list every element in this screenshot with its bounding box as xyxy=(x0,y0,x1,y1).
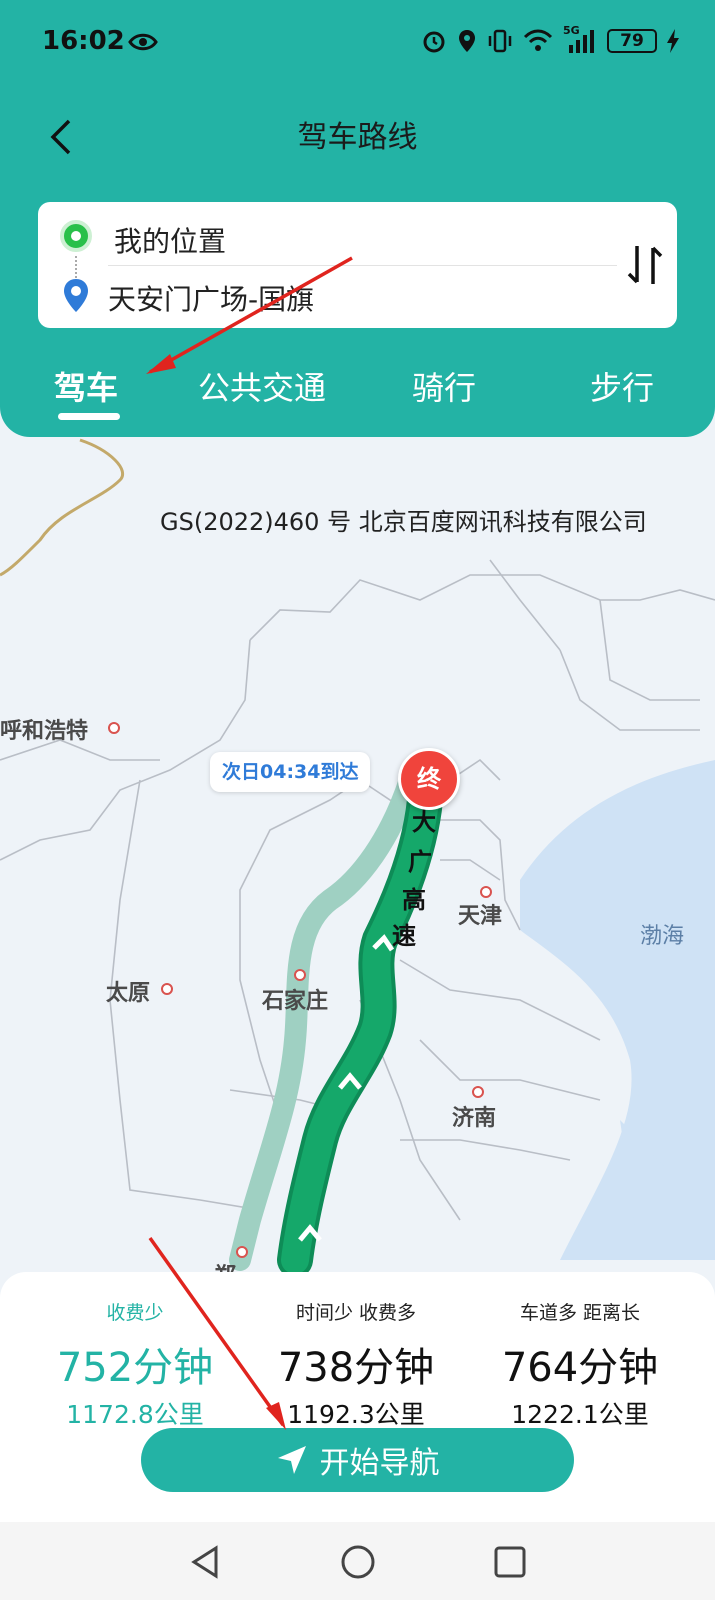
sea-label-bohai: 渤海 xyxy=(640,924,685,949)
route-input-card: 我的位置 天安门广场-国旗 xyxy=(38,202,677,328)
road-label-char: 大 xyxy=(412,808,436,836)
plan-distance: 1192.3公里 xyxy=(287,1400,425,1429)
destination-pin-icon xyxy=(64,279,88,312)
origin-field[interactable]: 我的位置 xyxy=(114,220,226,260)
road-label-char: 高 xyxy=(402,886,426,914)
route-plans-panel: 收费少 752分钟 1172.8公里 时间少 收费多 738分钟 1192.3公… xyxy=(0,1272,715,1522)
tab-walking[interactable]: 步行 xyxy=(590,363,654,409)
charging-icon xyxy=(667,29,679,53)
plan-duration: 752分钟 xyxy=(56,1345,214,1391)
system-navigation-bar xyxy=(0,1522,715,1600)
route-plan-option[interactable]: 收费少 752分钟 1172.8公里 xyxy=(20,1298,250,1431)
city-label-taiyuan: 太原 xyxy=(106,981,151,1006)
status-bar: 16:02 5G 79 xyxy=(0,0,715,80)
tab-driving[interactable]: 驾车 xyxy=(54,363,118,409)
route-plan-option[interactable]: 车道多 距离长 764分钟 1222.1公里 xyxy=(465,1298,695,1431)
plan-tag: 时间少 收费多 xyxy=(295,1302,417,1324)
battery-indicator: 79 xyxy=(607,29,657,53)
route-header: 16:02 5G 79 驾车路线 我的位置 天安门广场-国旗 驾车 公共交通 骑… xyxy=(0,0,715,437)
start-navigation-label: 开始导航 xyxy=(319,1446,440,1481)
city-label-jinan: 济南 xyxy=(452,1106,497,1131)
city-label-hohhot: 呼和浩特 xyxy=(0,719,89,744)
destination-marker[interactable]: 终 xyxy=(398,748,460,810)
plan-duration: 764分钟 xyxy=(501,1345,659,1391)
city-label-shijiazhuang: 石家庄 xyxy=(262,989,329,1014)
navigation-arrow-icon xyxy=(277,1446,306,1474)
road-label-char: 速 xyxy=(392,922,416,950)
road-label-char: 广 xyxy=(408,848,432,876)
map-copyright: GS(2022)460 号 北京百度网讯科技有限公司 xyxy=(160,508,647,536)
status-icons: 5G 79 xyxy=(421,24,679,54)
arrival-time-bubble[interactable]: 次日04:34到达 xyxy=(210,752,371,792)
plan-tag: 收费少 xyxy=(106,1302,164,1324)
plan-distance: 1172.8公里 xyxy=(66,1400,204,1429)
swap-route-button[interactable] xyxy=(623,242,667,288)
tab-public-transit[interactable]: 公共交通 xyxy=(198,363,326,409)
city-label-tianjin: 天津 xyxy=(458,904,503,929)
tab-cycling[interactable]: 骑行 xyxy=(412,363,476,409)
system-back-icon[interactable] xyxy=(186,1542,226,1582)
alarm-icon xyxy=(423,31,445,53)
location-icon xyxy=(459,30,475,52)
destination-field[interactable]: 天安门广场-国旗 xyxy=(108,278,314,318)
route-connector xyxy=(75,256,77,278)
plan-distance: 1222.1公里 xyxy=(511,1400,649,1429)
system-recents-icon[interactable] xyxy=(490,1542,530,1582)
active-tab-indicator xyxy=(58,413,120,420)
card-divider xyxy=(108,265,617,266)
wifi-icon xyxy=(523,29,553,51)
start-location-icon xyxy=(60,220,92,252)
plan-duration: 738分钟 xyxy=(277,1345,435,1391)
start-navigation-button[interactable]: 开始导航 xyxy=(141,1428,574,1492)
travel-mode-tabs: 驾车 公共交通 骑行 步行 xyxy=(0,363,715,423)
eye-icon xyxy=(128,33,158,51)
plan-tag: 车道多 距离长 xyxy=(519,1302,641,1324)
cellular-5g-icon: 5G xyxy=(563,24,597,54)
status-time: 16:02 xyxy=(42,26,125,56)
route-plan-option[interactable]: 时间少 收费多 738分钟 1192.3公里 xyxy=(241,1298,471,1431)
system-home-icon[interactable] xyxy=(338,1542,378,1582)
page-title: 驾车路线 xyxy=(297,120,418,155)
vibrate-icon xyxy=(488,29,512,53)
